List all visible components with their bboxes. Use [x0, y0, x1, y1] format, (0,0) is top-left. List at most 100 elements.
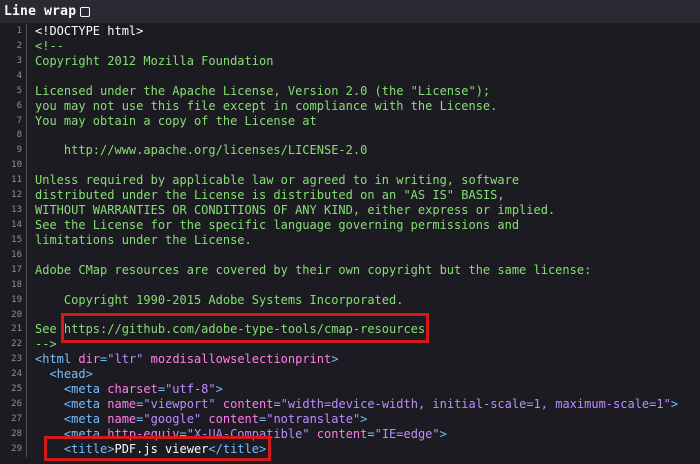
source-line: 14 See the License for the specific langu…: [0, 217, 700, 233]
line-number: 23: [0, 352, 27, 368]
source-line: 18: [0, 277, 700, 293]
code-token: >: [670, 397, 679, 412]
code-token: Adobe CMap resources are covered by thei…: [35, 262, 592, 277]
code-token: Unless required by applicable law or agr…: [35, 173, 520, 188]
line-number: 18: [0, 277, 27, 293]
line-code: See the License for the specific languag…: [27, 218, 519, 233]
code-token: "google": [143, 411, 202, 426]
line-number: 5: [0, 83, 27, 99]
code-token: =: [157, 382, 166, 397]
line-number: 19: [0, 292, 27, 308]
code-token: See the License for the specific languag…: [35, 217, 520, 232]
line-code: <meta name="viewport" content="width=dev…: [27, 397, 678, 412]
code-token: "notranslate": [266, 411, 361, 426]
line-code: Unless required by applicable law or agr…: [27, 173, 519, 188]
line-number: 28: [0, 426, 27, 442]
source-line: 2 <!--: [0, 38, 700, 54]
line-number: 17: [0, 262, 27, 278]
line-number: 11: [0, 173, 27, 189]
source-line: 1 <!DOCTYPE html>: [0, 24, 700, 39]
source-line: 8: [0, 128, 700, 144]
line-number: 9: [0, 143, 27, 159]
code-token: <meta: [35, 397, 108, 412]
source-line: 6 you may not use this file except in com…: [0, 98, 700, 114]
line-wrap-label[interactable]: Line wrap: [4, 4, 76, 19]
code-token: "viewport": [143, 397, 216, 412]
source-line: 17 Adobe CMap resources are covered by th…: [0, 262, 700, 278]
line-number: 8: [0, 128, 27, 144]
line-number: 6: [0, 98, 27, 114]
code-token: content: [208, 411, 259, 426]
code-token: limitations under the License.: [35, 232, 252, 247]
code-token: you may not use this file except in comp…: [35, 98, 498, 113]
code-token: distributed under the License is distrib…: [35, 188, 505, 203]
code-token: -->: [35, 337, 57, 352]
line-code: distributed under the License is distrib…: [27, 188, 505, 203]
source-line: 12 distributed under the License is distr…: [0, 188, 700, 204]
line-code: limitations under the License.: [27, 233, 252, 248]
code-token: <head>: [35, 367, 93, 382]
code-token: >: [439, 426, 447, 441]
code-token: Licensed under the Apache License, Versi…: [35, 83, 491, 98]
source-line: 13 WITHOUT WARRANTIES OR CONDITIONS OF AN…: [0, 203, 700, 218]
line-code: <meta name="google" content="notranslate…: [27, 411, 368, 427]
source-line: 19 Copyright 1990-2015 Adobe Systems Inc…: [0, 292, 700, 308]
line-code: Licensed under the Apache License, Versi…: [27, 84, 490, 99]
line-wrap-checkbox[interactable]: [80, 7, 91, 17]
code-token: "ltr": [107, 352, 144, 367]
line-code: you may not use this file except in comp…: [27, 99, 497, 114]
line-code: Adobe CMap resources are covered by thei…: [27, 263, 591, 278]
source-line: 26 <meta name="viewport" content="width=…: [0, 397, 700, 412]
code-token: mozdisallowselectionprint: [150, 352, 332, 367]
code-token: <!--: [35, 38, 64, 53]
code-token: <!DOCTYPE html>: [35, 24, 144, 38]
line-number: 24: [0, 367, 27, 383]
source-line: 16: [0, 247, 700, 263]
view-source-toolbar: Line wrap: [0, 0, 700, 24]
source-line: 15 limitations under the License.: [0, 232, 700, 248]
source-line: 7 You may obtain a copy of the License at: [0, 113, 700, 129]
line-number: 4: [0, 68, 27, 84]
code-token: =: [367, 426, 375, 441]
line-code: Copyright 2012 Mozilla Foundation: [27, 54, 273, 69]
code-token: WITHOUT WARRANTIES OR CONDITIONS OF ANY …: [35, 203, 556, 218]
code-token: "utf-8": [165, 382, 216, 397]
line-number: 1: [0, 24, 27, 39]
highlight-box-url: [61, 313, 429, 343]
line-code: <html dir="ltr" mozdisallowselectionprin…: [27, 352, 339, 367]
code-token: content: [222, 397, 274, 412]
code-token: >: [360, 411, 368, 426]
source-line: 23 <html dir="ltr" mozdisallowselectionpr…: [0, 352, 700, 368]
source-line: 3 Copyright 2012 Mozilla Foundation: [0, 53, 700, 69]
line-number: 16: [0, 247, 27, 263]
code-token: "width=device-width, initial-scale=1, ma…: [280, 397, 671, 412]
code-token: dir: [78, 352, 101, 367]
code-token: You may obtain a copy of the License at: [35, 113, 317, 128]
code-token: <html: [35, 352, 79, 367]
source-line: 10: [0, 158, 700, 174]
line-number: 27: [0, 411, 27, 427]
line-number: 25: [0, 382, 27, 398]
line-number: 13: [0, 203, 27, 218]
line-number: 10: [0, 158, 27, 174]
line-number: 3: [0, 53, 27, 69]
line-number: 12: [0, 188, 27, 204]
line-number: 15: [0, 232, 27, 248]
code-token: content: [316, 426, 368, 441]
line-code: <!--: [27, 39, 64, 54]
line-code: <head>: [27, 367, 93, 382]
code-token: >: [331, 352, 339, 367]
code-token: =: [273, 397, 281, 412]
line-number: 7: [0, 113, 27, 129]
line-number: 21: [0, 322, 27, 338]
line-code: http://www.apache.org/licenses/LICENSE-2…: [27, 143, 367, 158]
source-line: 11 Unless required by applicable law or a…: [0, 173, 700, 189]
line-number: 29: [0, 441, 27, 457]
code-token: name: [107, 397, 137, 412]
